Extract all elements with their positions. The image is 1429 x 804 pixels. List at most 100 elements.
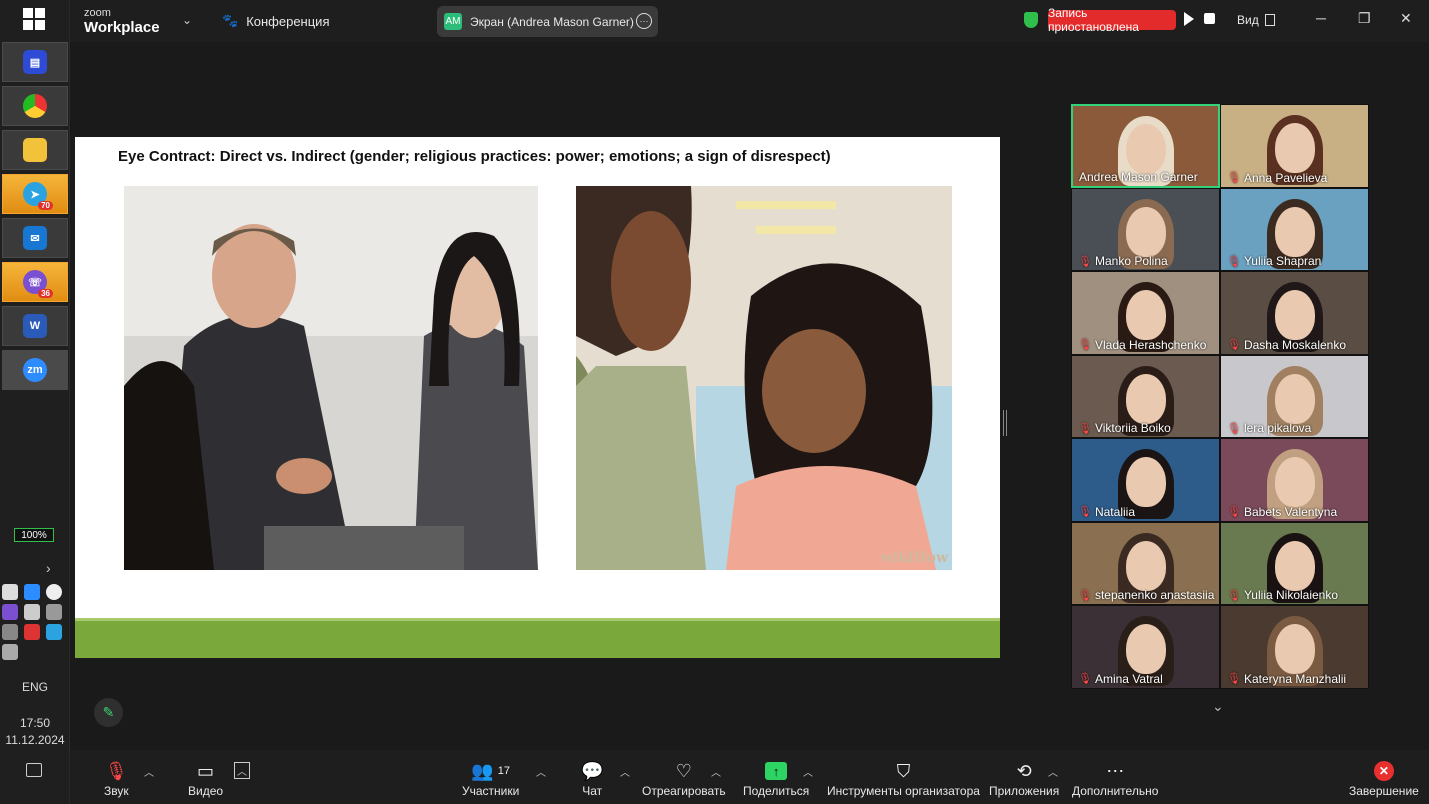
apps-label: Приложения <box>989 784 1060 798</box>
video-options-caret-icon[interactable]: ︿ <box>234 762 250 779</box>
participant-tile[interactable]: 🎙 Nataliia <box>1071 438 1220 522</box>
heart-icon: ♡ <box>675 760 692 781</box>
cloud-tray-icon[interactable] <box>46 624 62 640</box>
more-button[interactable]: ⋯ Дополнительно <box>1072 758 1158 799</box>
chat-button[interactable]: 💬 Чат <box>581 758 603 799</box>
resume-recording-icon[interactable] <box>1184 12 1194 26</box>
video-button[interactable]: ▭ Видео <box>188 758 224 799</box>
taskbar-mail[interactable]: ✉ <box>2 218 68 258</box>
telegram-icon: ➤ 70 <box>23 182 53 210</box>
host-tools-button[interactable]: ⛉ Инструменты организатора <box>827 758 980 799</box>
volume-icon[interactable] <box>2 644 18 660</box>
participant-name: Anna Pavelieva <box>1243 170 1328 185</box>
participant-tile[interactable]: 🎙 Babets Valentyna <box>1220 438 1369 522</box>
minimize-icon[interactable]: ─ <box>1316 10 1326 26</box>
windows-start-icon[interactable] <box>23 8 45 30</box>
audio-button[interactable]: 🎙 Звук <box>104 758 129 799</box>
update-tray-icon[interactable] <box>24 624 40 640</box>
taskbar-save-app[interactable]: ▤ <box>2 42 68 82</box>
video-label: Видео <box>188 784 224 798</box>
annotate-pencil-icon[interactable]: ✎ <box>94 698 123 727</box>
split-resize-handle[interactable] <box>1003 410 1007 436</box>
taskbar-explorer[interactable] <box>2 130 68 170</box>
participant-tile[interactable]: 🎙 Vlada Herashchenko <box>1071 271 1220 355</box>
mic-muted-icon: 🎙 <box>1227 422 1241 435</box>
participants-caret-icon[interactable]: ︿ <box>536 764 546 779</box>
participant-name-label: 🎙 Babets Valentyna <box>1227 505 1337 519</box>
windows-taskbar: ▤ ➤ 70 ✉ ☏ 36 W zm 100% › ENG 17:50 11.1… <box>0 0 70 804</box>
security-tray-icon[interactable] <box>24 604 40 620</box>
close-circle-icon: ✕ <box>1373 761 1394 781</box>
taskbar-chrome[interactable] <box>2 86 68 126</box>
device-tray-icon[interactable] <box>46 604 62 620</box>
participant-name-label: 🎙 Yuliia Nikolaienko <box>1227 588 1338 602</box>
participant-tile[interactable]: 🎙 stepanenko anastasiia <box>1071 521 1220 605</box>
wifi-icon[interactable] <box>2 624 18 640</box>
audio-label: Звук <box>104 784 129 798</box>
mic-muted-icon: 🎙 <box>1227 255 1241 268</box>
camera-icon: ▭ <box>197 760 215 781</box>
participant-name: Babets Valentyna <box>1243 504 1338 519</box>
participant-face <box>1274 290 1315 340</box>
security-shield-icon[interactable] <box>1024 12 1038 28</box>
taskbar-viber[interactable]: ☏ 36 <box>2 262 68 302</box>
taskbar-zoom[interactable]: zm <box>2 350 68 390</box>
zoom-tray-icon[interactable] <box>24 584 40 600</box>
chat-caret-icon[interactable]: ︿ <box>620 764 630 779</box>
participant-tile[interactable]: 🎙 Anna Pavelieva <box>1220 104 1369 188</box>
view-button[interactable]: Вид <box>1237 13 1275 27</box>
participant-name-label: 🎙 Nataliia <box>1078 505 1135 519</box>
participant-tile[interactable]: 🎙 Yuliia Nikolaienko <box>1220 521 1369 605</box>
apps-caret-icon[interactable]: ︿ <box>1048 764 1058 779</box>
conference-button[interactable]: 🐾 Конференция <box>222 13 329 29</box>
react-label: Отреагировать <box>642 784 726 798</box>
participant-name: Yuliia Shapran <box>1243 254 1322 268</box>
conference-label: Конференция <box>246 13 330 29</box>
participant-tile[interactable]: 🎙 Kateryna Manzhalii <box>1220 605 1369 689</box>
share-caret-icon[interactable]: ︿ <box>803 764 813 779</box>
grammarly-icon[interactable] <box>46 584 62 600</box>
stop-recording-icon[interactable] <box>1204 13 1215 24</box>
participant-tile[interactable]: 🎙 Yuliia Shapran <box>1220 187 1369 271</box>
view-layout-icon <box>1264 14 1275 26</box>
participant-name: Viktoriia Boiko <box>1094 421 1171 435</box>
share-screen-button[interactable]: ↑ Поделиться <box>743 758 809 798</box>
participant-face <box>1274 457 1315 507</box>
participant-tile[interactable]: 🎙 Viktoriia Boiko <box>1071 354 1220 438</box>
viber-tray-icon[interactable] <box>2 604 18 620</box>
participant-face <box>1274 373 1315 424</box>
close-icon[interactable]: ✕ <box>1400 10 1412 27</box>
screen-share-indicator[interactable]: AM Экран (Andrea Mason Garner) ··· <box>437 6 658 37</box>
taskbar-word[interactable]: W <box>2 306 68 346</box>
participant-tile[interactable]: Andrea Mason Garner <box>1071 104 1220 188</box>
end-label: Завершение <box>1349 784 1419 798</box>
tray-expand-icon[interactable]: › <box>46 560 51 576</box>
react-caret-icon[interactable]: ︿ <box>711 764 721 779</box>
participant-name: Andrea Mason Garner <box>1079 169 1198 184</box>
clock[interactable]: 17:50 11.12.2024 <box>0 715 70 749</box>
participant-tile[interactable]: 🎙 Amina Vatral <box>1071 605 1220 689</box>
language-indicator[interactable]: ENG <box>0 680 70 694</box>
participants-button[interactable]: 👥 17 Участники <box>462 758 519 799</box>
floppy-icon: ▤ <box>23 50 47 74</box>
audio-options-caret-icon[interactable]: ︿ <box>144 764 154 779</box>
mic-muted-icon: 🎙 <box>1078 339 1092 351</box>
participant-name-label: 🎙 stepanenko anastasiia <box>1078 588 1214 602</box>
end-meeting-button[interactable]: ✕ Завершение <box>1349 758 1419 798</box>
zoom-app-icon: zm <box>23 358 47 382</box>
more-options-icon[interactable]: ··· <box>636 13 652 29</box>
usb-icon[interactable] <box>2 584 18 600</box>
participant-tile[interactable]: 🎙 Manko Polina <box>1071 187 1220 271</box>
restore-icon[interactable]: ❐ <box>1358 10 1371 27</box>
participants-count: 17 <box>497 765 510 777</box>
chevron-down-icon[interactable]: ⌄ <box>182 13 192 27</box>
taskbar-telegram[interactable]: ➤ 70 <box>2 174 68 214</box>
share-label: Экран (Andrea Mason Garner) <box>470 14 634 29</box>
participant-gallery: Andrea Mason Garner 🎙 Anna Pavelieva 🎙 Manko… <box>1071 104 1369 689</box>
participant-name: Yuliia Nikolaienko <box>1243 588 1339 602</box>
mic-muted-icon: 🎙 <box>1078 506 1092 518</box>
gallery-scroll-down-icon[interactable]: ⌄ <box>1212 698 1224 715</box>
participant-tile[interactable]: 🎙 lera pikalova <box>1220 354 1369 438</box>
notification-icon[interactable] <box>26 763 42 777</box>
participant-tile[interactable]: 🎙 Dasha Moskalenko <box>1220 271 1369 355</box>
